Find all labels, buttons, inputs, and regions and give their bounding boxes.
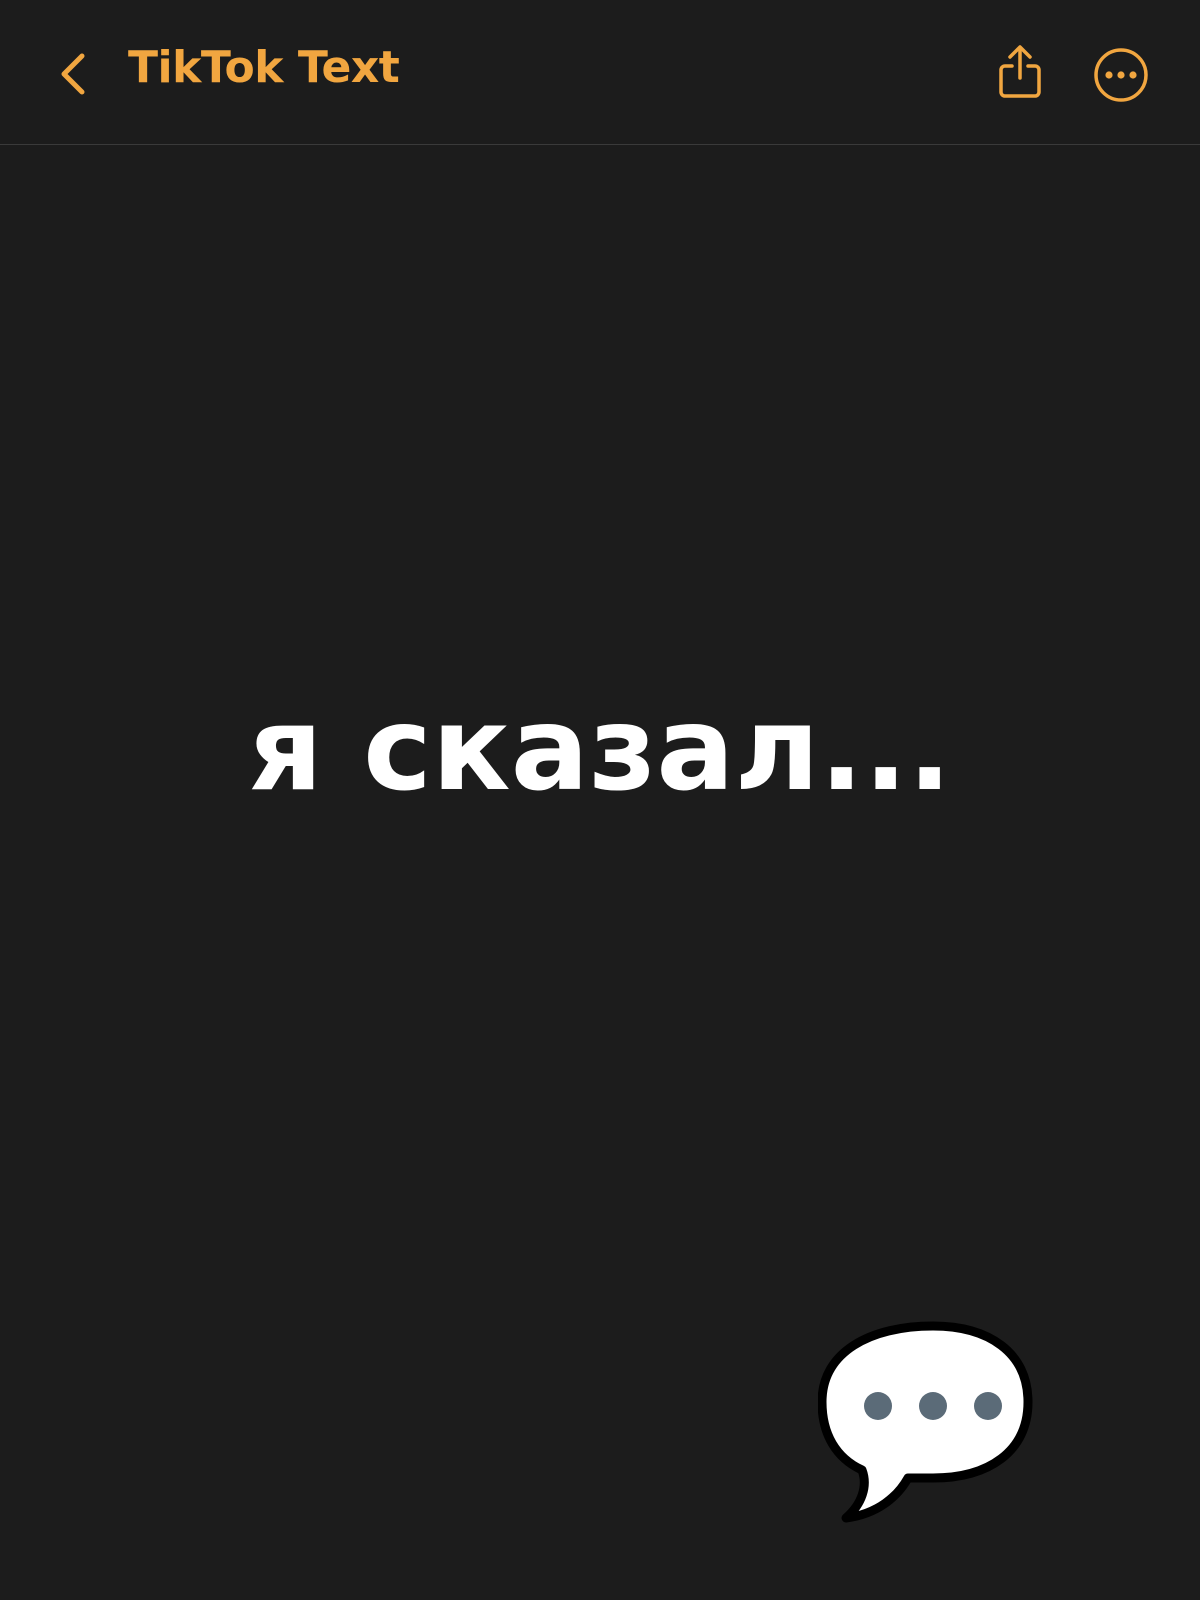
note-title: TikTok Text [128, 42, 400, 93]
chevron-left-icon [61, 53, 85, 95]
navigation-bar: TikTok Text [0, 0, 1200, 145]
more-options-button[interactable] [1090, 44, 1152, 106]
ellipsis-circle-icon [1094, 48, 1148, 102]
note-body-text[interactable]: я сказал... [0, 680, 1200, 820]
share-button[interactable] [990, 40, 1050, 104]
share-icon [999, 45, 1041, 98]
back-button[interactable] [46, 44, 100, 104]
speech-balloon-icon [818, 1321, 1033, 1523]
